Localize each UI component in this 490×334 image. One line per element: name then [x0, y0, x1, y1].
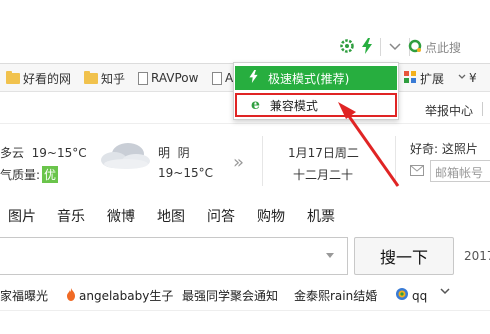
extensions-icon	[403, 70, 417, 87]
divider	[395, 136, 396, 186]
today-weather[interactable]: 多云 19~15°C	[0, 144, 87, 161]
bookmark-item-extensions[interactable]: 扩展	[403, 70, 444, 86]
tab-flights[interactable]: 机票	[307, 206, 335, 226]
date-line2: 十二月二十	[293, 168, 354, 182]
address-bar-icons	[340, 37, 410, 57]
page-icon	[138, 71, 148, 85]
search-dropdown-arrow-icon[interactable]	[326, 253, 334, 258]
more-chevron-icon	[458, 71, 466, 85]
bookmark-item[interactable]: 好看的网	[6, 70, 71, 86]
fire-icon	[66, 287, 76, 304]
menu-item-speed-mode[interactable]: 极速模式(推荐)	[235, 66, 397, 90]
date-line1: 1月17日周二	[288, 146, 359, 160]
mail-icon	[410, 165, 424, 179]
folder-icon	[6, 70, 20, 84]
hot-search-item[interactable]: 家福曝光	[0, 287, 48, 304]
year-label: 2017	[464, 249, 490, 263]
ie-icon: e	[251, 97, 260, 113]
folder-icon	[84, 70, 98, 84]
page-icon	[212, 71, 222, 85]
air-quality-badge: 优	[42, 166, 59, 183]
menu-item-compatibility-mode[interactable]: e 兼容模式	[235, 93, 397, 117]
air-quality[interactable]: 气质量: 优	[0, 166, 59, 183]
report-center-link[interactable]: 举报中心	[425, 102, 473, 119]
bookmark-item[interactable]: 知乎	[84, 70, 125, 86]
search-button[interactable]: 搜一下	[354, 237, 454, 275]
qq-browser-icon	[395, 287, 409, 304]
search-engine-box[interactable]: 点此搜	[408, 35, 490, 59]
weather-panel: 多云 19~15°C 气质量: 优 明 阴 19~15°C » 1月17日周二 十…	[0, 124, 490, 194]
tab-music[interactable]: 音乐	[57, 206, 85, 226]
lightning-icon[interactable]	[362, 37, 372, 57]
search-input[interactable]	[0, 237, 348, 275]
address-bar[interactable]: 点此搜	[0, 30, 490, 64]
news-headline[interactable]: 好奇: 这照片	[410, 140, 478, 157]
cloud-icon	[98, 140, 154, 173]
lightning-icon	[249, 69, 258, 87]
tab-qa[interactable]: 问答	[207, 206, 235, 226]
divider	[482, 102, 483, 116]
divider	[0, 310, 490, 311]
divider	[262, 136, 263, 186]
weather-more-arrow[interactable]: »	[233, 152, 244, 173]
browser-mode-menu: 极速模式(推荐) e 兼容模式	[233, 62, 399, 120]
bookmark-item[interactable]: A	[212, 70, 233, 86]
green-gear-icon[interactable]	[340, 38, 354, 56]
tomorrow-temp: 19~15°C	[158, 166, 213, 180]
hot-search-item[interactable]: angelababy生子	[66, 287, 173, 304]
search-placeholder: 点此搜	[425, 40, 462, 55]
hot-search-item[interactable]: 最强同学聚会通知	[182, 287, 278, 304]
hot-search-item[interactable]: qq	[395, 287, 427, 304]
search-engine-icon	[408, 39, 422, 56]
bookmark-item[interactable]: RAVPow	[138, 70, 198, 86]
title-bar	[0, 0, 490, 30]
tab-shopping[interactable]: 购物	[257, 206, 285, 226]
hot-search-item[interactable]: 金泰熙rain结婚	[294, 287, 377, 304]
bookmark-more[interactable]: ¥	[458, 70, 477, 86]
tab-images[interactable]: 图片	[8, 206, 36, 226]
more-char: ¥	[469, 71, 477, 85]
mail-account-input[interactable]: 邮箱帐号	[430, 160, 490, 182]
tab-weibo[interactable]: 微博	[107, 206, 135, 226]
tomorrow-weather[interactable]: 明 阴	[158, 144, 190, 161]
tab-maps[interactable]: 地图	[157, 206, 185, 226]
hot-more-chevron-icon[interactable]	[440, 287, 450, 295]
divider	[380, 38, 381, 56]
chevron-down-icon[interactable]	[389, 40, 401, 54]
